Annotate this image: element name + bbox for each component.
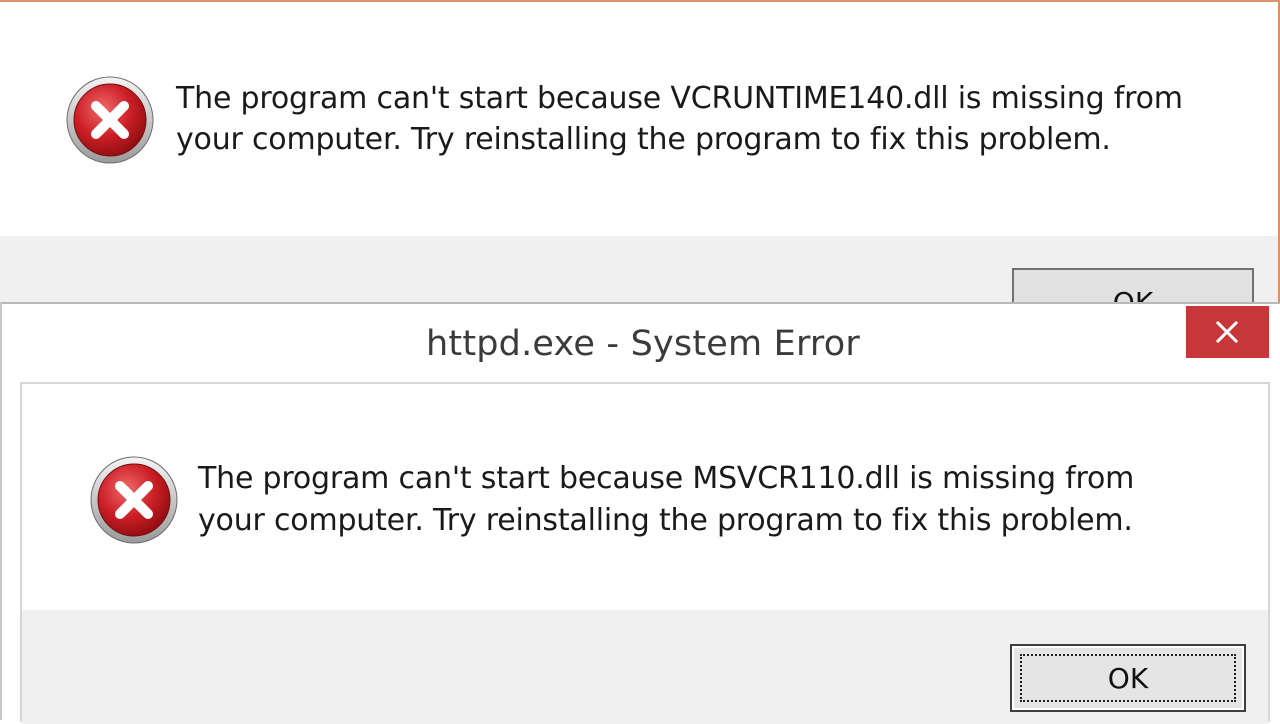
dialog-content: The program can't start because VCRUNTIM… [0, 2, 1278, 236]
background-error-dialog: The program can't start because VCRUNTIM… [0, 0, 1280, 304]
dialog-content: The program can't start because MSVCR110… [22, 384, 1268, 610]
error-message: The program can't start because VCRUNTIM… [176, 81, 1183, 157]
system-error-dialog: httpd.exe - System Error The program can… [0, 302, 1280, 724]
error-icon [90, 456, 178, 544]
ok-button-label: OK [1107, 662, 1149, 695]
close-button[interactable] [1186, 306, 1269, 358]
error-message: The program can't start because MSVCR110… [198, 461, 1135, 538]
close-icon [1215, 320, 1239, 344]
ok-button[interactable]: OK [1010, 644, 1246, 712]
title-bar[interactable]: httpd.exe - System Error [2, 304, 1280, 382]
dialog-client-area: The program can't start because MSVCR110… [20, 382, 1270, 724]
ok-button[interactable]: OK [1012, 268, 1254, 304]
window-title: httpd.exe - System Error [426, 324, 860, 364]
error-icon [66, 76, 154, 164]
dialog-footer: OK [22, 610, 1268, 724]
